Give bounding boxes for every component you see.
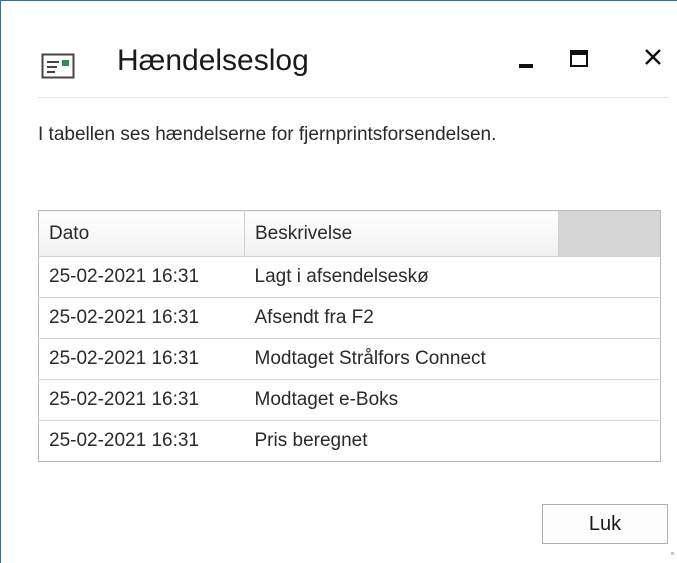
table-row[interactable]: 25-02-2021 16:31 Modtaget Strålfors Conn… [38, 338, 661, 380]
description-text: I tabellen ses hændelserne for fjernprin… [38, 124, 497, 145]
cell-empty [558, 297, 661, 339]
table-row[interactable]: 25-02-2021 16:31 Afsendt fra F2 [38, 297, 661, 339]
cell-date: 25-02-2021 16:31 [38, 297, 245, 339]
dialog-title: Hændelseslog [117, 44, 309, 77]
cell-empty [558, 338, 661, 380]
cell-description: Modtaget Strålfors Connect [244, 338, 559, 380]
cell-description: Afsendt fra F2 [244, 297, 559, 339]
resize-grip[interactable] [671, 552, 674, 555]
event-table: Dato Beskrivelse 25-02-2021 16:31 Lagt i… [38, 210, 661, 462]
title-divider [38, 97, 668, 98]
minimize-icon [519, 64, 533, 68]
close-button[interactable]: Luk [542, 504, 668, 544]
cell-empty [558, 420, 661, 462]
maximize-button[interactable] [568, 45, 598, 75]
table-header-row: Dato Beskrivelse [38, 210, 661, 257]
cell-date: 25-02-2021 16:31 [38, 420, 245, 462]
column-header-description[interactable]: Beskrivelse [244, 210, 559, 257]
cell-empty [558, 256, 661, 298]
table-row[interactable]: 25-02-2021 16:31 Modtaget e-Boks [38, 379, 661, 421]
close-window-button[interactable] [641, 45, 671, 75]
cell-empty [558, 379, 661, 421]
cell-date: 25-02-2021 16:31 [38, 379, 245, 421]
column-header-filler [558, 210, 661, 257]
cell-description: Pris beregnet [244, 420, 559, 462]
minimize-button[interactable] [511, 45, 541, 75]
cell-description: Modtaget e-Boks [244, 379, 559, 421]
event-log-dialog: Hændelseslog I tabellen ses hændelserne … [0, 0, 677, 563]
maximize-icon [570, 50, 588, 67]
table-row[interactable]: 25-02-2021 16:31 Lagt i afsendelseskø [38, 256, 661, 298]
cell-description: Lagt i afsendelseskø [244, 256, 559, 298]
title-bar: Hændelseslog [1, 1, 677, 97]
table-row[interactable]: 25-02-2021 16:31 Pris beregnet [38, 420, 661, 462]
cell-date: 25-02-2021 16:31 [38, 338, 245, 380]
event-log-icon [41, 53, 75, 79]
column-header-date[interactable]: Dato [38, 210, 245, 257]
cell-date: 25-02-2021 16:31 [38, 256, 245, 298]
close-icon [645, 49, 661, 65]
